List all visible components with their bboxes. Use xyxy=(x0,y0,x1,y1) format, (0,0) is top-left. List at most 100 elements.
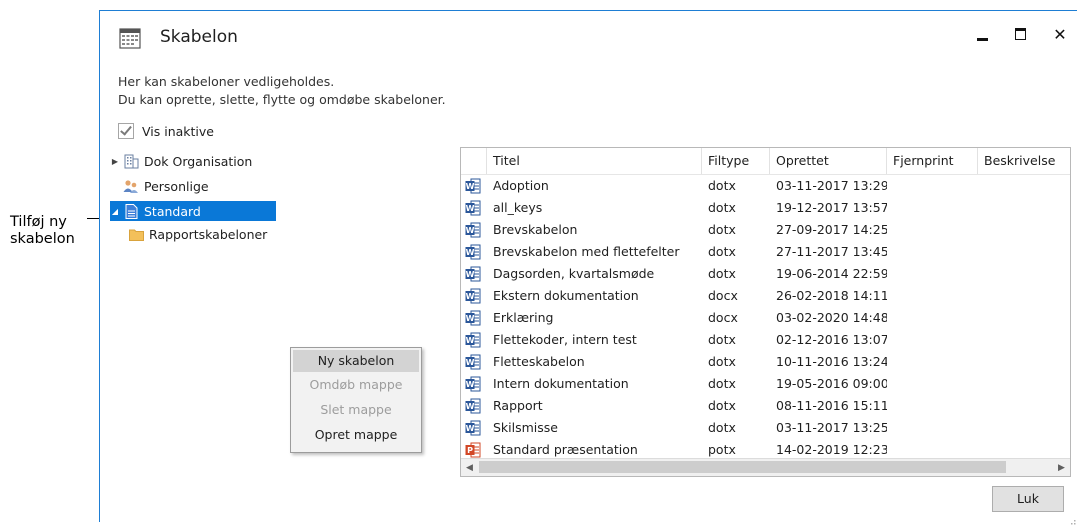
cell-titel: Brevskabelon xyxy=(493,222,578,237)
word-doc-icon: W xyxy=(465,310,481,329)
horizontal-scrollbar[interactable]: ◀ ▶ xyxy=(461,458,1070,476)
callout-annotation: Tilføj ny skabelon xyxy=(10,214,75,247)
cell-oprettet: 27-11-2017 13:45 xyxy=(776,244,887,259)
table-row[interactable]: W Fletteskabelon dotx 10-11-2016 13:24 xyxy=(461,351,1070,373)
cell-beskrivelse xyxy=(978,373,1070,395)
resize-grip-icon[interactable] xyxy=(1068,513,1076,525)
menu-item-ny-skabelon[interactable]: Ny skabelon xyxy=(293,350,419,372)
table-row[interactable]: W Rapport dotx 08-11-2016 15:11 xyxy=(461,395,1070,417)
calendar-icon xyxy=(118,26,142,53)
tree-item-label: Standard xyxy=(144,203,201,219)
table-row[interactable]: W Adoption dotx 03-11-2017 13:29 xyxy=(461,175,1070,197)
cell-beskrivelse xyxy=(978,241,1070,263)
description-line-2: Du kan oprette, slette, flytte og omdøbe… xyxy=(118,92,446,107)
minimize-button[interactable] xyxy=(968,21,996,47)
minimize-icon xyxy=(976,37,988,41)
cell-oprettet: 03-02-2020 14:48 xyxy=(776,310,887,325)
table-row[interactable]: Wall_keys dotx 19-12-2017 13:57 xyxy=(461,197,1070,219)
maximize-button[interactable] xyxy=(1006,21,1034,47)
word-icon: W xyxy=(465,200,481,219)
table-row[interactable]: W Brevskabelon dotx 27-09-2017 14:25 xyxy=(461,219,1070,241)
word-icon: W xyxy=(465,398,481,417)
collapse-arrow-icon[interactable]: ◢ xyxy=(110,207,120,216)
svg-text:W: W xyxy=(466,182,475,191)
tree-item-label: Personlige xyxy=(144,178,209,194)
table-row[interactable]: W Skilsmisse dotx 03-11-2017 13:25 xyxy=(461,417,1070,439)
svg-text:W: W xyxy=(466,424,475,433)
luk-button[interactable]: Luk xyxy=(992,486,1064,512)
word-icon: W xyxy=(465,376,481,395)
tree-item-dok-organisation[interactable]: ▶ Dok Organisation xyxy=(110,151,252,171)
word-icon: W xyxy=(465,244,481,263)
cell-filtype: dotx xyxy=(708,266,736,281)
svg-text:W: W xyxy=(466,270,475,279)
table-row[interactable]: W Brevskabelon med flettefelter dotx 27-11-… xyxy=(461,241,1070,263)
cell-beskrivelse xyxy=(978,329,1070,351)
tree-item-label: Dok Organisation xyxy=(144,153,253,169)
cell-oprettet: 27-09-2017 14:25 xyxy=(776,222,887,237)
maximize-icon xyxy=(1014,28,1026,40)
column-header-beskrivelse[interactable]: Beskrivelse xyxy=(978,148,1070,174)
icon-column-header xyxy=(461,148,487,174)
tree-item-label: Rapportskabeloner xyxy=(149,226,268,242)
cell-filtype: dotx xyxy=(708,420,736,435)
column-header-fjernprint[interactable]: Fjernprint xyxy=(887,148,978,174)
cell-oprettet: 19-06-2014 22:59 xyxy=(776,266,887,281)
cell-oprettet: 03-11-2017 13:25 xyxy=(776,420,887,435)
expand-arrow-icon[interactable]: ▶ xyxy=(110,157,120,166)
cell-filtype: dotx xyxy=(708,332,736,347)
close-window-button[interactable]: ✕ xyxy=(1046,21,1074,47)
scroll-right-icon[interactable]: ▶ xyxy=(1053,459,1070,476)
svg-text:W: W xyxy=(466,358,475,367)
cell-fjernprint xyxy=(887,395,978,417)
cell-oprettet: 26-02-2018 14:11 xyxy=(776,288,887,303)
table-row[interactable]: W Ekstern dokumentation docx 26-02-2018 14:… xyxy=(461,285,1070,307)
column-header-titel[interactable]: Titel xyxy=(487,148,702,174)
cell-beskrivelse xyxy=(978,263,1070,285)
show-inactive-row[interactable]: Vis inaktive xyxy=(118,123,214,139)
skabelon-window: Skabelon ✕ Her kan skabeloner vedligehol… xyxy=(99,10,1077,525)
svg-text:P: P xyxy=(467,446,473,455)
table-row[interactable]: W Intern dokumentation dotx 19-05-2016 09:0… xyxy=(461,373,1070,395)
cell-oprettet: 10-11-2016 13:24 xyxy=(776,354,887,369)
cell-filtype: docx xyxy=(708,310,738,325)
cell-beskrivelse xyxy=(978,351,1070,373)
column-header-filtype[interactable]: Filtype xyxy=(702,148,770,174)
tree-item-rapportskabeloner[interactable]: Rapportskabeloner xyxy=(128,224,267,244)
word-doc-icon: W xyxy=(465,288,481,307)
scroll-thumb[interactable] xyxy=(479,461,1006,473)
menu-item-omdoeb-mappe[interactable]: Omdøb mappe xyxy=(293,374,419,396)
svg-text:W: W xyxy=(466,402,475,411)
cell-titel: Brevskabelon med flettefelter xyxy=(493,244,680,259)
table-row[interactable]: W Flettekoder, intern test dotx 02-12-2016 … xyxy=(461,329,1070,351)
menu-item-opret-mappe[interactable]: Opret mappe xyxy=(293,424,419,446)
cell-beskrivelse xyxy=(978,197,1070,219)
column-header-oprettet[interactable]: Oprettet xyxy=(770,148,887,174)
cell-fjernprint xyxy=(887,329,978,351)
svg-text:W: W xyxy=(466,248,475,257)
table-row[interactable]: W Erklæring docx 03-02-2020 14:48 xyxy=(461,307,1070,329)
tree-item-personlige[interactable]: Personlige xyxy=(110,176,209,196)
cell-fjernprint xyxy=(887,263,978,285)
cell-fjernprint xyxy=(887,285,978,307)
description-line-1: Her kan skabeloner vedligeholdes. xyxy=(118,74,335,89)
cell-titel: Skilsmisse xyxy=(493,420,558,435)
cell-oprettet: 03-11-2017 13:29 xyxy=(776,178,887,193)
document-icon xyxy=(123,203,139,219)
tree-item-standard[interactable]: ◢ Standard xyxy=(110,201,276,221)
menu-item-slet-mappe[interactable]: Slet mappe xyxy=(293,399,419,421)
svg-text:W: W xyxy=(466,336,475,345)
table-row[interactable]: W Dagsorden, kvartalsmøde dotx 19-06-2014 2… xyxy=(461,263,1070,285)
word-icon: W xyxy=(465,354,481,373)
show-inactive-checkbox[interactable] xyxy=(118,123,134,139)
cell-filtype: dotx xyxy=(708,354,736,369)
cell-oprettet: 19-05-2016 09:00 xyxy=(776,376,887,391)
cell-titel: Adoption xyxy=(493,178,549,193)
cell-fjernprint xyxy=(887,175,978,197)
cell-titel: Erklæring xyxy=(493,310,554,325)
show-inactive-label: Vis inaktive xyxy=(142,123,214,139)
scroll-left-icon[interactable]: ◀ xyxy=(461,459,478,476)
cell-oprettet: 08-11-2016 15:11 xyxy=(776,398,887,413)
cell-titel: Rapport xyxy=(493,398,543,413)
description: Her kan skabeloner vedligeholdes. Du kan… xyxy=(118,73,446,109)
